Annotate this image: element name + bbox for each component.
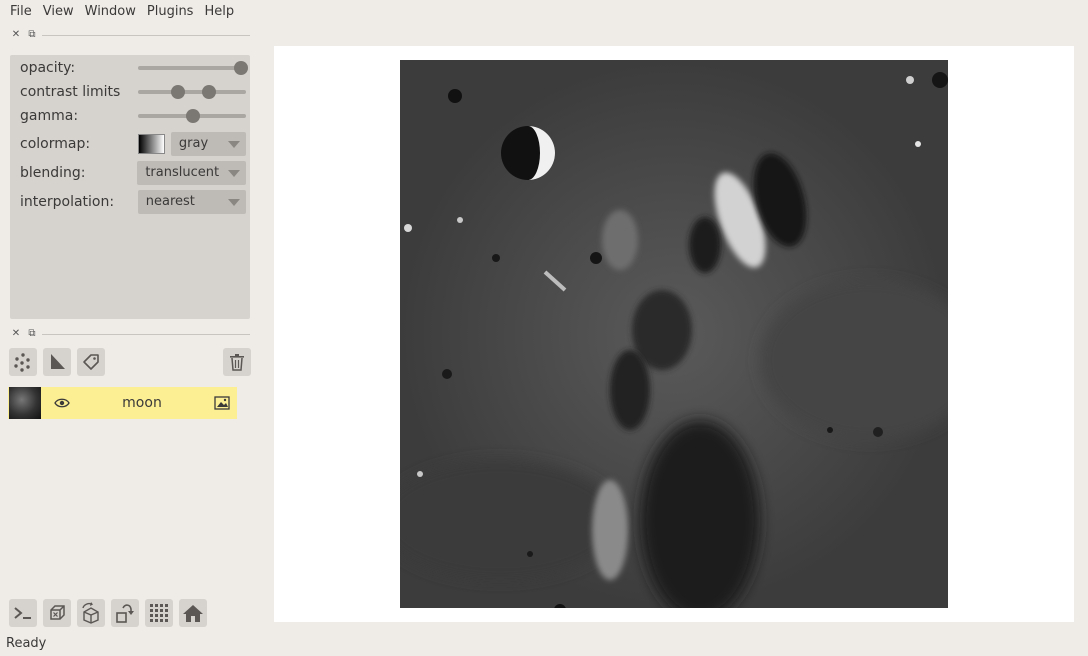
grid-view-button[interactable]: [145, 599, 173, 627]
viewer-canvas[interactable]: [274, 46, 1074, 622]
shapes-icon: [51, 354, 65, 369]
opacity-slider[interactable]: [138, 60, 249, 76]
eye-icon: [54, 398, 70, 408]
layer-thumbnail: [9, 387, 41, 419]
blending-label: blending:: [20, 165, 86, 181]
points-icon: [14, 353, 30, 372]
reset-view-button[interactable]: [179, 599, 207, 627]
menu-view[interactable]: View: [38, 0, 79, 24]
layer-item-moon[interactable]: moon: [8, 387, 237, 419]
float-dock-icon[interactable]: ⧉: [24, 328, 40, 340]
dock-divider: [42, 34, 250, 36]
image-layer-type: [213, 394, 231, 412]
contrast-low-handle[interactable]: [171, 85, 185, 99]
chevron-down-icon: [228, 170, 240, 177]
colormap-swatch: [137, 134, 165, 154]
layer-controls-dock-bar: ✕ ⧉: [8, 29, 250, 41]
blending-dropdown[interactable]: translucent: [137, 161, 246, 185]
console-icon: [14, 607, 31, 619]
gamma-row: gamma:: [20, 105, 246, 127]
close-dock-icon[interactable]: ✕: [8, 29, 24, 41]
transpose-icon: [116, 604, 134, 623]
chevron-down-icon: [228, 199, 240, 206]
contrast-limits-row: contrast limits: [20, 81, 246, 103]
gamma-slider[interactable]: [138, 108, 246, 124]
close-dock-icon[interactable]: ✕: [8, 328, 24, 340]
contrast-limits-label: contrast limits: [20, 84, 121, 100]
delete-layer-button[interactable]: [223, 348, 251, 376]
trash-icon: [230, 354, 244, 371]
float-dock-icon[interactable]: ⧉: [24, 29, 40, 41]
menu-bar: File View Window Plugins Help: [0, 0, 1088, 24]
new-points-layer-button[interactable]: [9, 348, 37, 376]
status-text: Ready: [6, 636, 47, 651]
contrast-limits-slider[interactable]: [138, 84, 246, 100]
dock-divider: [42, 333, 250, 335]
layer-list-dock-bar: ✕ ⧉: [8, 328, 250, 340]
moon-image-layer[interactable]: [400, 60, 948, 608]
colormap-value: gray: [178, 136, 209, 151]
grid-icon: [150, 604, 168, 622]
ndisplay-icon: [50, 605, 65, 620]
opacity-row: opacity:: [20, 57, 249, 79]
gamma-label: gamma:: [20, 108, 79, 124]
menu-help[interactable]: Help: [199, 0, 239, 24]
moon-surface-image: [400, 60, 948, 608]
layer-controls-panel: opacity: contrast limits gamma: colormap…: [10, 55, 250, 319]
visibility-toggle[interactable]: [52, 393, 72, 413]
console-button[interactable]: [9, 599, 37, 627]
menu-file[interactable]: File: [5, 0, 37, 24]
roll-icon: [82, 602, 99, 624]
blending-value: translucent: [145, 165, 220, 180]
opacity-slider-handle[interactable]: [234, 61, 249, 75]
colormap-dropdown[interactable]: gray: [170, 132, 246, 156]
opacity-label: opacity:: [20, 60, 76, 76]
new-labels-layer-button[interactable]: [77, 348, 105, 376]
ndisplay-button[interactable]: [43, 599, 71, 627]
roll-dims-button[interactable]: [77, 599, 105, 627]
menu-window[interactable]: Window: [80, 0, 141, 24]
interpolation-value: nearest: [145, 194, 195, 209]
interpolation-dropdown[interactable]: nearest: [137, 190, 246, 214]
transpose-dims-button[interactable]: [111, 599, 139, 627]
opacity-slider-track: [138, 66, 246, 70]
interpolation-label: interpolation:: [20, 194, 115, 210]
colormap-row: colormap: gray: [20, 132, 246, 156]
menu-plugins[interactable]: Plugins: [142, 0, 199, 24]
home-icon: [183, 605, 203, 622]
layer-name[interactable]: moon: [72, 387, 212, 419]
chevron-down-icon: [228, 141, 240, 148]
colormap-label: colormap:: [20, 136, 91, 152]
contrast-high-handle[interactable]: [201, 85, 216, 99]
new-shapes-layer-button[interactable]: [43, 348, 71, 376]
contrast-limits-track: [138, 90, 246, 94]
interpolation-row: interpolation: nearest: [20, 190, 246, 214]
labels-icon: [83, 354, 99, 370]
blending-row: blending: translucent: [20, 161, 246, 185]
gamma-slider-handle[interactable]: [186, 109, 201, 123]
image-icon: [214, 396, 230, 410]
